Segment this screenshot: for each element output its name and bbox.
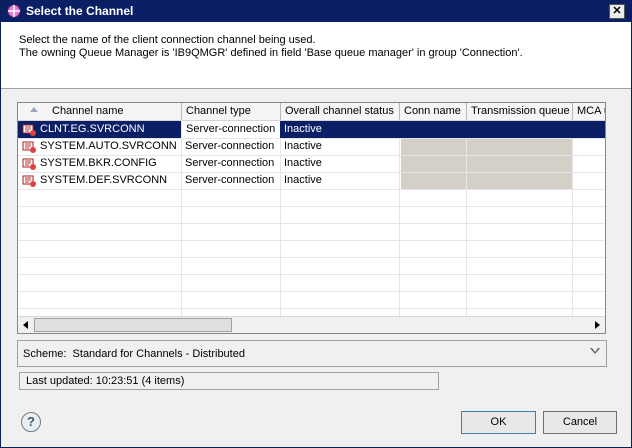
table-row[interactable]: SYSTEM.DEF.SVRCONN Server-connection Ina… bbox=[18, 172, 605, 189]
channel-status-cell: Inactive bbox=[284, 174, 322, 186]
column-header-overall-status[interactable]: Overall channel status bbox=[281, 103, 400, 120]
channel-table[interactable]: Channel name Channel type Overall channe… bbox=[17, 102, 606, 334]
scrollbar-thumb[interactable] bbox=[34, 318, 232, 332]
scroll-left-button[interactable] bbox=[18, 317, 34, 333]
channel-type-cell: Server-connection bbox=[185, 174, 275, 186]
channel-status-cell: Inactive bbox=[284, 140, 322, 152]
scroll-right-button[interactable] bbox=[589, 317, 605, 333]
table-row[interactable]: SYSTEM.BKR.CONFIG Server-connection Inac… bbox=[18, 155, 605, 172]
channel-icon bbox=[22, 141, 36, 153]
scheme-value: Standard for Channels - Distributed bbox=[72, 348, 245, 360]
sort-ascending-icon bbox=[30, 107, 38, 112]
channel-type-cell: Server-connection bbox=[181, 121, 280, 138]
close-button[interactable]: ✕ bbox=[609, 4, 625, 19]
status-bar: Last updated: 10:23:51 (4 items) bbox=[19, 372, 439, 390]
channel-icon bbox=[22, 124, 36, 136]
ok-button[interactable]: OK bbox=[461, 411, 536, 434]
table-row[interactable]: SYSTEM.AUTO.SVRCONN Server-connection In… bbox=[18, 138, 605, 155]
last-updated-text: Last updated: 10:23:51 (4 items) bbox=[26, 375, 185, 387]
channel-name-cell: SYSTEM.BKR.CONFIG bbox=[40, 157, 157, 169]
help-icon[interactable]: ? bbox=[21, 412, 41, 432]
channel-name-cell: SYSTEM.DEF.SVRCONN bbox=[40, 174, 168, 186]
channel-type-cell: Server-connection bbox=[185, 140, 275, 152]
column-header-mca-user[interactable]: MCA u bbox=[573, 103, 605, 120]
channel-status-cell: Inactive bbox=[284, 157, 322, 169]
dialog-title: Select the Channel bbox=[26, 4, 134, 18]
table-row[interactable]: CLNT.EG.SVRCONN Server-connection Inacti… bbox=[18, 121, 605, 138]
select-channel-dialog: Select the Channel ✕ Select the name of … bbox=[0, 0, 632, 448]
scheme-selector[interactable]: Scheme: Standard for Channels - Distribu… bbox=[17, 340, 607, 367]
mca-user-cell bbox=[572, 121, 605, 138]
column-header-channel-name[interactable]: Channel name bbox=[18, 103, 182, 120]
column-header-channel-type[interactable]: Channel type bbox=[182, 103, 281, 120]
channel-icon bbox=[22, 175, 36, 187]
message-area: Select the name of the client connection… bbox=[1, 22, 631, 89]
scroll-right-icon bbox=[595, 321, 600, 329]
channel-name-cell: CLNT.EG.SVRCONN bbox=[40, 123, 145, 135]
queue-manager-info: The owning Queue Manager is 'IB9QMGR' de… bbox=[19, 47, 523, 59]
close-icon: ✕ bbox=[612, 5, 622, 17]
channel-name-cell: SYSTEM.AUTO.SVRCONN bbox=[40, 140, 177, 152]
channel-app-icon bbox=[7, 4, 21, 18]
cancel-button[interactable]: Cancel bbox=[543, 411, 617, 434]
column-header-conn-name[interactable]: Conn name bbox=[400, 103, 467, 120]
channel-status-cell: Inactive bbox=[280, 121, 399, 138]
title-bar[interactable]: Select the Channel ✕ bbox=[1, 1, 631, 22]
scheme-label: Scheme: bbox=[23, 348, 67, 360]
horizontal-scrollbar[interactable] bbox=[18, 316, 605, 333]
conn-name-cell bbox=[399, 121, 466, 138]
transmission-queue-cell bbox=[466, 121, 572, 138]
scroll-left-icon bbox=[23, 321, 28, 329]
table-header: Channel name Channel type Overall channe… bbox=[18, 103, 605, 121]
channel-type-cell: Server-connection bbox=[185, 157, 275, 169]
channel-icon bbox=[22, 158, 36, 170]
column-header-transmission-queue[interactable]: Transmission queue bbox=[467, 103, 573, 120]
instruction-text: Select the name of the client connection… bbox=[19, 34, 316, 46]
